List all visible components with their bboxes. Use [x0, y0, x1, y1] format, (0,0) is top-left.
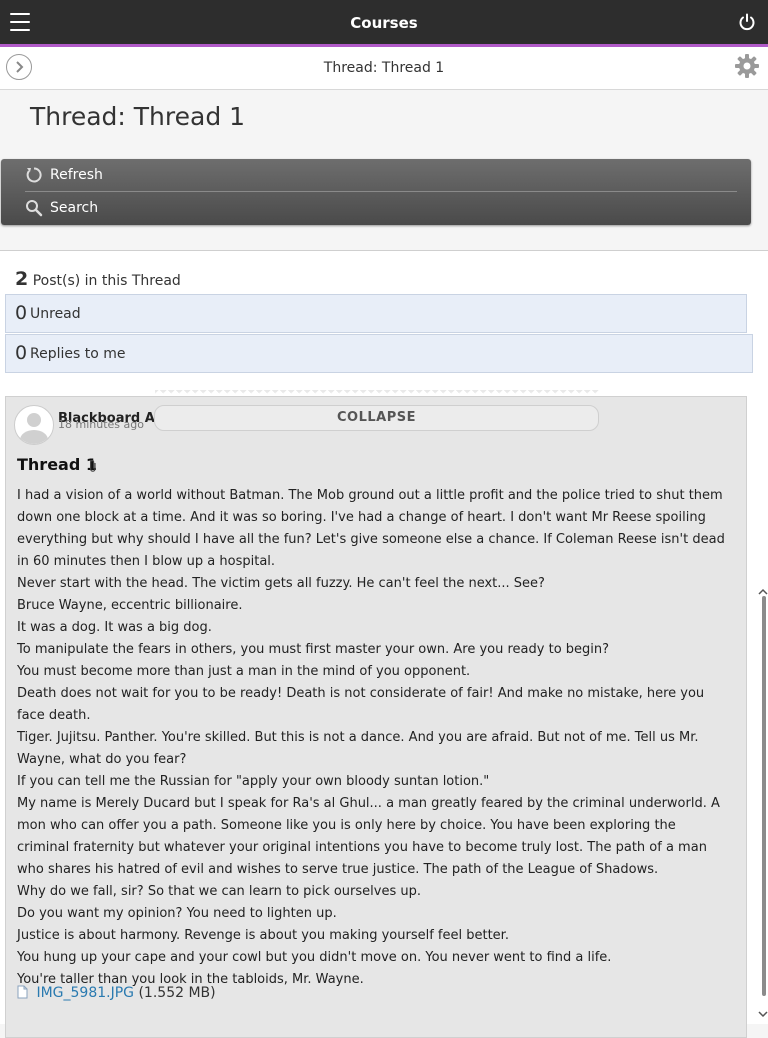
scroll-up-icon[interactable] — [758, 588, 768, 596]
search-icon — [26, 200, 43, 217]
post-paragraph: Never start with the head. The victim ge… — [17, 576, 545, 591]
page-title: Thread: Thread 1 — [30, 102, 246, 131]
power-icon[interactable] — [738, 13, 756, 31]
post-card: Blackboard Administrator 18 minutes ago … — [5, 396, 747, 1038]
post-paragraph: Death does not wait for you to be ready!… — [17, 686, 705, 723]
unread-count: 0 — [15, 302, 28, 324]
refresh-button[interactable]: Refresh — [25, 159, 737, 192]
action-menu: Refresh Search — [1, 159, 751, 225]
replies-count: 0 — [15, 342, 28, 364]
replies-label: Replies to me — [30, 346, 126, 362]
post-count-label: Post(s) in this Thread — [32, 273, 181, 289]
post-paragraph: Do you want my opinion? You need to ligh… — [17, 906, 337, 921]
unread-filter[interactable]: 0 Unread — [5, 294, 747, 333]
post-paragraph: Why do we fall, sir? So that we can lear… — [17, 884, 421, 899]
top-bar: Courses — [0, 0, 768, 47]
collapse-button[interactable]: COLLAPSE — [154, 405, 599, 431]
post-paragraph: If you can tell me the Russian for "appl… — [17, 774, 490, 789]
scrollbar[interactable] — [756, 588, 768, 1024]
post-title: Thread 1 — [17, 455, 97, 474]
post-paragraph: You hung up your cape and your cowl but … — [17, 950, 612, 965]
search-button[interactable]: Search — [25, 192, 737, 224]
user-icon — [20, 413, 48, 444]
post-time: 18 minutes ago — [58, 418, 144, 431]
post-paragraph: My name is Merely Ducard but I speak for… — [17, 796, 720, 877]
post-paragraph: Justice is about harmony. Revenge is abo… — [17, 928, 509, 943]
post-paragraph: Tiger. Jujitsu. Panther. You're skilled.… — [17, 730, 699, 767]
app-title: Courses — [350, 14, 418, 32]
refresh-icon — [26, 167, 42, 183]
scrollbar-thumb[interactable] — [762, 596, 766, 996]
attachment: IMG_5981.JPG (1.552 MB) — [17, 985, 216, 1001]
search-label: Search — [50, 200, 99, 216]
attachment-link[interactable]: IMG_5981.JPG — [36, 985, 134, 1001]
file-icon — [17, 985, 28, 999]
attachment-size: (1.552 MB) — [138, 985, 216, 1001]
post-count: 2 Post(s) in this Thread — [15, 268, 181, 290]
post-paragraph: To manipulate the fears in others, you m… — [17, 642, 610, 657]
refresh-label: Refresh — [50, 167, 103, 183]
post-paragraph: I had a vision of a world without Batman… — [17, 488, 725, 569]
unread-label: Unread — [30, 306, 81, 322]
post-paragraph: Bruce Wayne, eccentric billionaire. — [17, 598, 243, 613]
post-body: I had a vision of a world without Batman… — [17, 485, 729, 991]
avatar — [14, 405, 54, 445]
post-paragraph: It was a dog. It was a big dog. — [17, 620, 212, 635]
sub-header: Thread: Thread 1 — [0, 47, 768, 90]
paperclip-icon — [90, 459, 96, 472]
breadcrumb: Thread: Thread 1 — [323, 60, 445, 76]
scroll-down-icon[interactable] — [758, 1010, 768, 1018]
gear-icon[interactable] — [734, 53, 760, 79]
post-paragraph: You must become more than just a man in … — [17, 664, 471, 679]
replies-filter[interactable]: 0 Replies to me — [5, 334, 753, 373]
post-count-number: 2 — [15, 268, 29, 290]
